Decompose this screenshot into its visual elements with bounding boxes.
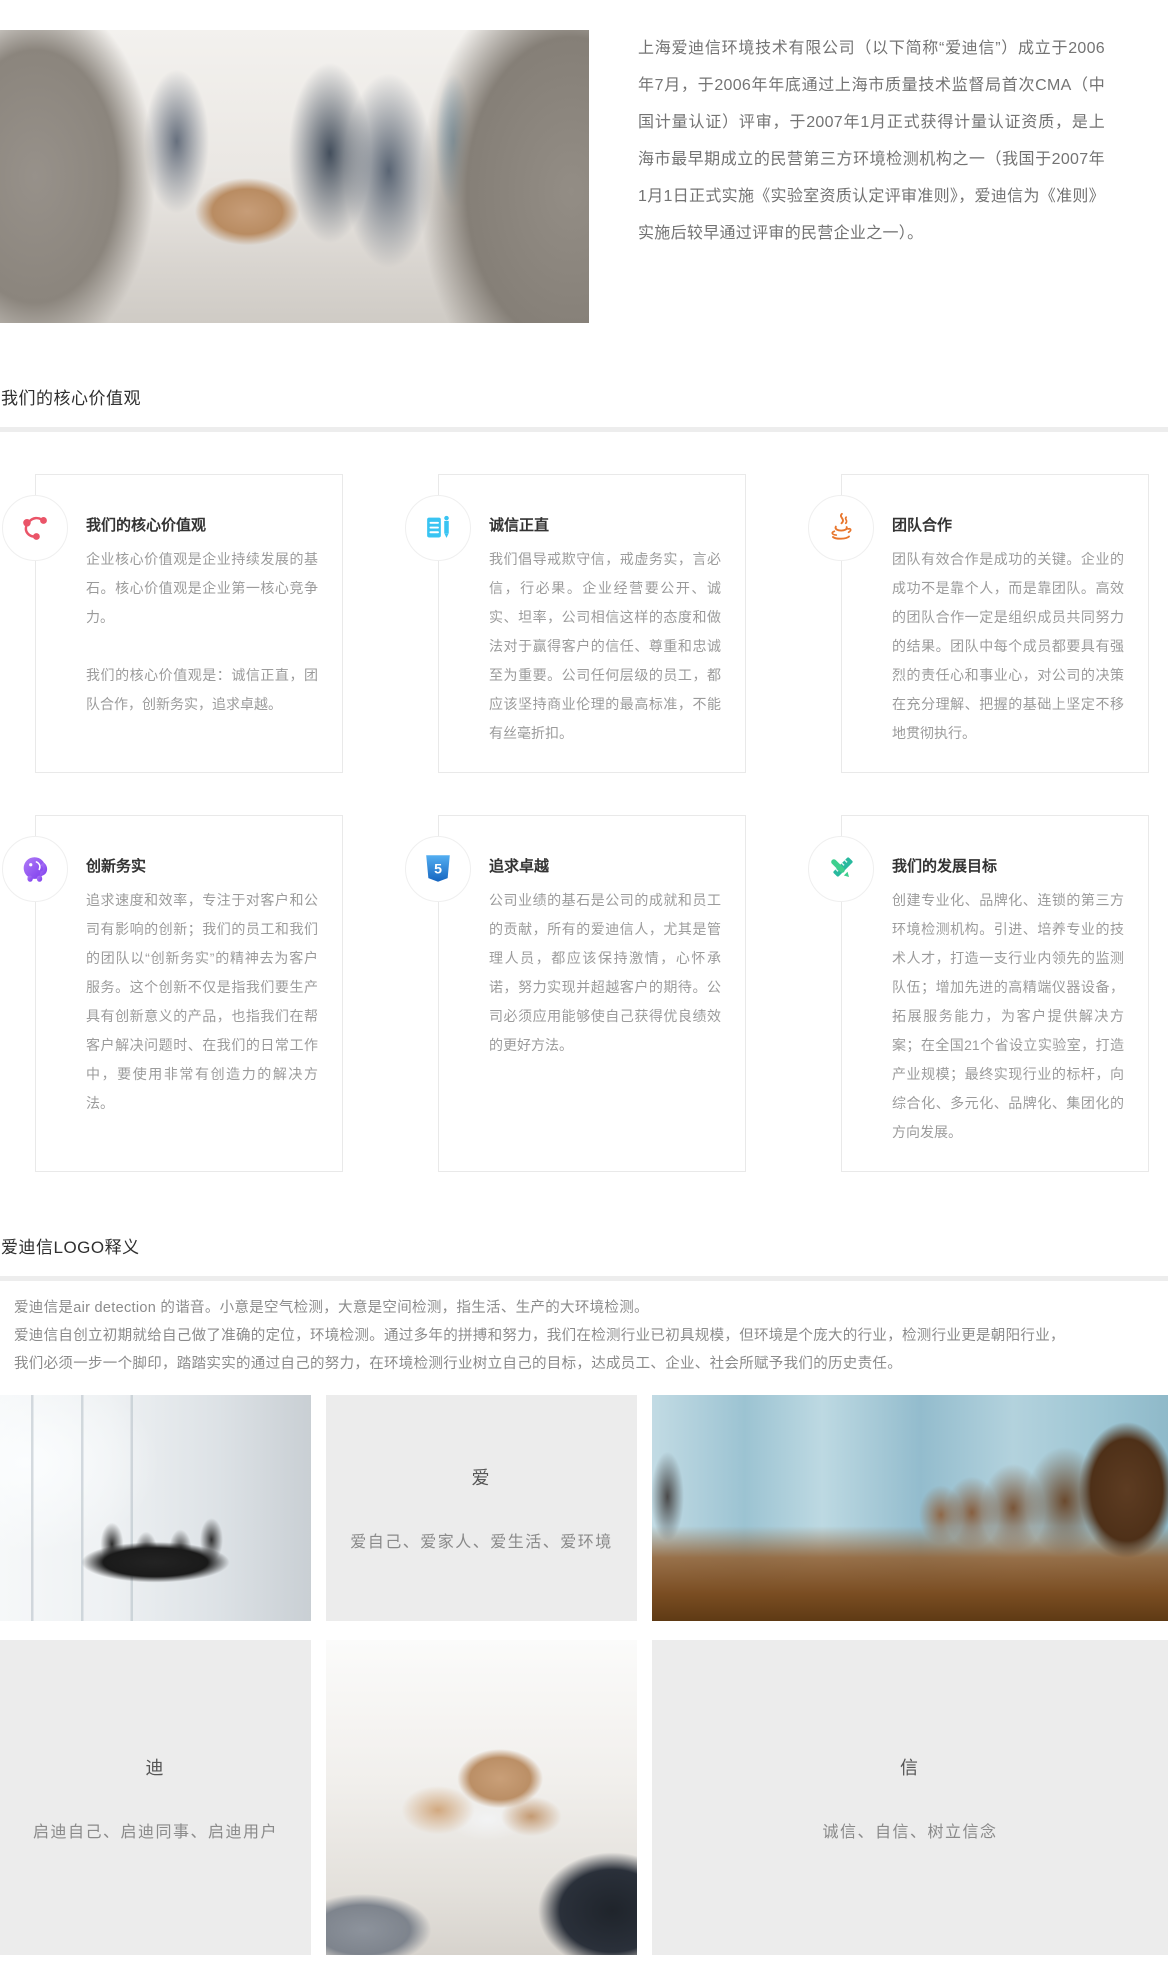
elephant-icon — [18, 852, 52, 886]
icon-circle — [808, 836, 874, 902]
business-hands-photo — [326, 1640, 637, 1955]
card-text: 团队有效合作是成功的关键。企业的成功不是靠个人，而是靠团队。高效的团队合作一定是… — [892, 545, 1124, 748]
card-text: 企业核心价值观是企业持续发展的基石。核心价值观是企业第一核心竞争力。 — [86, 545, 318, 632]
brand-cell-xin: 信 诚信、自信、树立信念 — [652, 1640, 1168, 1955]
page-container: 上海爱迪信环境技术有限公司（以下简称“爱迪信”）成立于2006年7月，于2006… — [0, 0, 1168, 1955]
java-coffee-icon — [824, 511, 858, 545]
icon-circle — [405, 495, 471, 561]
core-values-section-title: 我们的核心价值观 — [1, 384, 1168, 409]
card-title: 我们的核心价值观 — [86, 514, 318, 535]
value-card-teamwork: 团队合作 团队有效合作是成功的关键。企业的成功不是靠个人，而是靠团队。高效的团队… — [841, 474, 1149, 773]
ruler-pencil-icon — [824, 852, 858, 886]
about-page: { "intro": { "paragraph": "上海爱迪信环境技术有限公司… — [0, 0, 1168, 1982]
value-card-integrity: 诚信正直 我们倡导戒欺守信，戒虚务实，言必信，行必果。企业经营要公开、诚实、坦率… — [438, 474, 746, 773]
brand-cell-di: 迪 启迪自己、启迪同事、启迪用户 — [0, 1640, 311, 1955]
logo-meaning-section: 爱迪信是air detection 的谐音。小意是空气检测，大意是空间检测，指生… — [0, 1281, 1168, 1378]
card-text: 追求速度和效率，专注于对客户和公司有影响的创新；我们的员工和我们的团队以“创新务… — [86, 886, 318, 1118]
value-card-innovation: 创新务实 追求速度和效率，专注于对客户和公司有影响的创新；我们的员工和我们的团队… — [35, 815, 343, 1172]
card-title: 我们的发展目标 — [892, 855, 1124, 876]
brand-caption: 诚信、自信、树立信念 — [822, 1818, 997, 1842]
card-text: 我们的核心价值观是：诚信正直，团队合作，创新务实，追求卓越。 — [86, 661, 318, 719]
conference-room-photo — [652, 1395, 1168, 1621]
value-card-core-values: 我们的核心价值观 企业核心价值观是企业持续发展的基石。核心价值观是企业第一核心竞… — [35, 474, 343, 773]
card-title: 创新务实 — [86, 855, 318, 876]
card-title: 团队合作 — [892, 514, 1124, 535]
logo-meaning-line: 我们必须一步一个脚印，踏踏实实的通过自己的努力，在环境检测行业树立自己的目标，达… — [14, 1350, 1168, 1378]
core-values-section: 我们的核心价值观 企业核心价值观是企业持续发展的基石。核心价值观是企业第一核心竞… — [0, 432, 1168, 1172]
card-text: 公司业绩的基石是公司的成就和员工的贡献，所有的爱迪信人，尤其是管理人员，都应该保… — [489, 886, 721, 1060]
html5-shield-icon: 5 — [421, 852, 455, 886]
icon-circle — [2, 495, 68, 561]
brand-char: 信 — [900, 1754, 920, 1780]
svg-text:5: 5 — [434, 861, 442, 877]
card-text: 我们倡导戒欺守信，戒虚务实，言必信，行必果。企业经营要公开、诚实、坦率，公司相信… — [489, 545, 721, 748]
card-title: 诚信正直 — [489, 514, 721, 535]
icon-circle — [808, 495, 874, 561]
value-cards-grid: 我们的核心价值观 企业核心价值观是企业持续发展的基石。核心价值观是企业第一核心竞… — [35, 474, 1168, 1172]
company-intro-text: 上海爱迪信环境技术有限公司（以下简称“爱迪信”）成立于2006年7月，于2006… — [638, 30, 1105, 323]
logo-meaning-line: 爱迪信自创立初期就给自己做了准确的定位，环境检测。通过多年的拼搏和努力，我们在检… — [14, 1322, 1168, 1350]
brand-caption: 启迪自己、启迪同事、启迪用户 — [33, 1818, 278, 1842]
meeting-room-photo — [0, 1395, 311, 1621]
logo-meaning-line: 爱迪信是air detection 的谐音。小意是空气检测，大意是空间检测，指生… — [14, 1294, 1168, 1322]
logo-meaning-section-title: 爱迪信LOGO释义 — [1, 1233, 1168, 1258]
card-text: 创建专业化、品牌化、连锁的第三方环境检测机构。引进、培养专业的技术人才，打造一支… — [892, 886, 1124, 1147]
brand-char: 迪 — [146, 1754, 166, 1780]
value-card-goals: 我们的发展目标 创建专业化、品牌化、连锁的第三方环境检测机构。引进、培养专业的技… — [841, 815, 1149, 1172]
brand-caption: 爱自己、爱家人、爱生活、爱环境 — [350, 1528, 613, 1552]
company-intro-section: 上海爱迪信环境技术有限公司（以下简称“爱迪信”）成立于2006年7月，于2006… — [0, 0, 1168, 323]
notebook-pencil-icon — [421, 511, 455, 545]
handshake-photo — [0, 30, 589, 323]
value-card-excellence: 5 追求卓越 公司业绩的基石是公司的成就和员工的贡献，所有的爱迪信人，尤其是管理… — [438, 815, 746, 1172]
icon-circle: 5 — [405, 836, 471, 902]
icon-circle — [2, 836, 68, 902]
brand-values-grid: 爱 爱自己、爱家人、爱生活、爱环境 迪 启迪自己、启迪同事、启迪用户 信 诚信、… — [0, 1395, 1168, 1955]
brand-char: 爱 — [472, 1464, 492, 1490]
brand-cell-ai: 爱 爱自己、爱家人、爱生活、爱环境 — [326, 1395, 637, 1621]
card-title: 追求卓越 — [489, 855, 721, 876]
share-icon — [18, 511, 52, 545]
